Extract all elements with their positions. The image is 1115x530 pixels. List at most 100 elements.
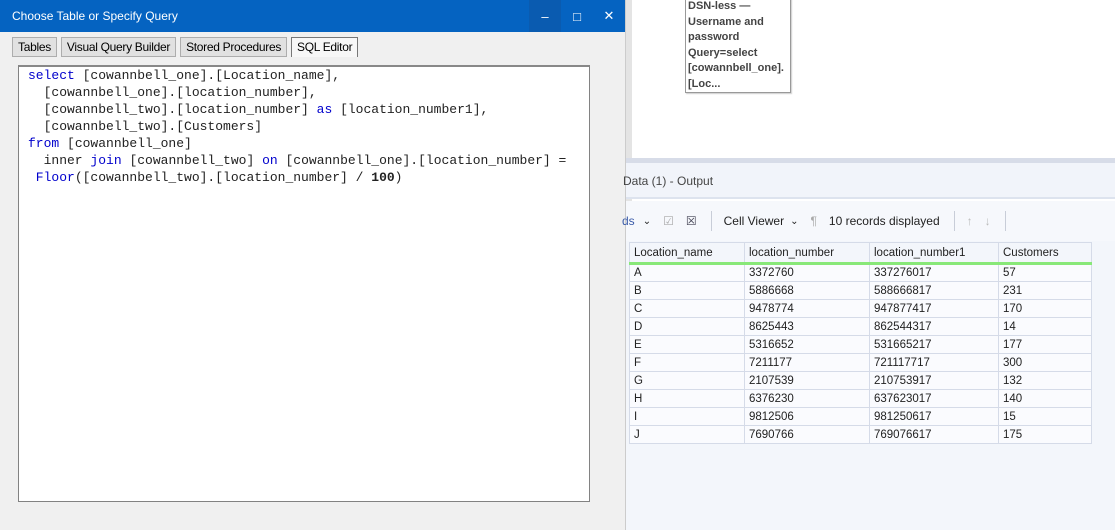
arrow-down-icon[interactable]: ↓ (985, 214, 991, 228)
table-cell[interactable]: F (629, 353, 745, 372)
table-cell[interactable]: H (629, 389, 745, 408)
sql-token: [cowannbell_two].[Customers] (28, 119, 263, 134)
table-cell[interactable]: I (629, 407, 745, 426)
table-cell[interactable]: G (629, 371, 745, 390)
table-cell[interactable]: 337276017 (869, 263, 999, 282)
table-cell[interactable]: E (629, 335, 745, 354)
table-cell[interactable]: 7690766 (744, 425, 870, 444)
table-cell[interactable]: 588666817 (869, 281, 999, 300)
sql-token: [cowannbell_one].[location_number] = (277, 153, 567, 168)
tab-tables[interactable]: Tables (12, 37, 57, 57)
results-title: Data (1) - Output (623, 174, 714, 188)
tab-stored-procedures[interactable]: Stored Procedures (180, 37, 288, 57)
table-row[interactable]: I 9812506 981250617 15 (629, 407, 1092, 426)
cell-viewer-dropdown[interactable]: Cell Viewer ⌄ (724, 214, 799, 228)
column-header[interactable]: Location_name (629, 242, 745, 265)
table-cell[interactable]: 8625443 (744, 317, 870, 336)
close-button[interactable]: ✕ (593, 0, 625, 32)
chevron-down-icon: ⌄ (790, 215, 799, 227)
sql-token: [cowannbell_one].[location_number], (28, 85, 317, 100)
sql-token: Floor (28, 170, 75, 185)
toolbar-separator (710, 211, 712, 231)
column-header[interactable]: location_number1 (869, 242, 999, 265)
table-cell[interactable]: C (629, 299, 745, 318)
table-cell[interactable]: 947877417 (869, 299, 999, 318)
deselect-icon[interactable]: ☒ (686, 214, 697, 228)
table-cell[interactable]: 5316652 (744, 335, 870, 354)
table-cell[interactable]: D (629, 317, 745, 336)
table-cell[interactable]: 7211177 (744, 353, 870, 372)
table-row[interactable]: G 2107539 210753917 132 (629, 371, 1092, 390)
dialog-title: Choose Table or Specify Query (12, 9, 178, 23)
table-cell[interactable]: 177 (998, 335, 1092, 354)
table-cell[interactable]: 531665217 (869, 335, 999, 354)
sql-token: as (316, 102, 333, 117)
table-cell[interactable]: 140 (998, 389, 1092, 408)
tab-visual-query-builder[interactable]: Visual Query Builder (60, 37, 177, 57)
results-toolbar: ds ⌄ ☑ ☒ Cell Viewer ⌄ ¶ 10 records displa… (622, 201, 1115, 241)
table-cell[interactable]: 300 (998, 353, 1092, 372)
table-cell[interactable]: 14 (998, 317, 1092, 336)
table-cell[interactable]: 15 (998, 407, 1092, 426)
sql-token: [cowannbell_one].[Location_name], (74, 68, 341, 83)
sql-token: select (28, 68, 75, 83)
results-grid: Location_name location_number location_num… (626, 241, 1115, 530)
table-cell[interactable]: 132 (998, 371, 1092, 390)
minimize-button[interactable]: – (529, 0, 561, 32)
sql-editor[interactable]: select [cowannbell_one].[Location_name],… (18, 65, 590, 502)
toolbar-separator (953, 211, 955, 231)
table-cell[interactable]: 231 (998, 281, 1092, 300)
table-cell[interactable]: 721117717 (869, 353, 999, 372)
sql-line: from [cowannbell_one] (28, 135, 589, 152)
sql-token: inner (28, 153, 91, 168)
fields-dropdown[interactable]: ds ⌄ (622, 214, 651, 228)
table-cell[interactable]: 2107539 (744, 371, 870, 390)
sql-token: join (90, 153, 122, 168)
table-cell[interactable]: 175 (998, 425, 1092, 444)
tool-annotation: DSN-less — Username and password Query=sele… (685, 0, 791, 93)
annotation-line: Username and (688, 15, 764, 28)
table-row[interactable]: A 3372760 337276017 57 (629, 263, 1092, 282)
table-row[interactable]: C 9478774 947877417 170 (629, 299, 1092, 318)
table-cell[interactable]: 57 (998, 263, 1092, 282)
annotation-line: [Loc... (688, 77, 721, 90)
sql-token: ([cowannbell_two].[location_number] / (74, 170, 372, 185)
results-table: Location_name location_number location_num… (629, 242, 1092, 444)
sql-token: [cowannbell_two].[location_number] (28, 102, 317, 117)
checkbox-icon[interactable]: ☑ (663, 214, 674, 228)
table-row[interactable]: E 5316652 531665217 177 (629, 335, 1092, 354)
table-cell[interactable]: 769076617 (869, 425, 999, 444)
table-row[interactable]: D 8625443 862544317 14 (629, 317, 1092, 336)
query-dialog: Choose Table or Specify Query – □ ✕ Tabl… (0, 0, 626, 530)
table-row[interactable]: B 5886668 588666817 231 (629, 281, 1092, 300)
table-cell[interactable]: 5886668 (744, 281, 870, 300)
table-cell[interactable]: 9478774 (744, 299, 870, 318)
table-cell[interactable]: J (629, 425, 745, 444)
sql-token: from (28, 136, 60, 151)
fields-label: ds (622, 214, 635, 228)
table-cell[interactable]: 3372760 (744, 263, 870, 282)
table-cell[interactable]: 9812506 (744, 407, 870, 426)
records-count: 10 records displayed (828, 214, 940, 228)
table-cell[interactable]: A (629, 263, 745, 282)
column-header[interactable]: location_number (744, 242, 870, 265)
sql-line: select [cowannbell_one].[Location_name], (28, 67, 589, 84)
maximize-button[interactable]: □ (561, 0, 593, 32)
table-cell[interactable]: 6376230 (744, 389, 870, 408)
annotation-line: [cowannbell_one]. (688, 62, 784, 74)
table-cell[interactable]: 170 (998, 299, 1092, 318)
table-row[interactable]: F 7211177 721117717 300 (629, 353, 1092, 372)
sql-line: [cowannbell_two].[location_number] as [l… (28, 101, 589, 118)
table-cell[interactable]: B (629, 281, 745, 300)
table-cell[interactable]: 862544317 (869, 317, 999, 336)
table-cell[interactable]: 637623017 (869, 389, 999, 408)
sql-token: [location_number1], (332, 102, 489, 117)
tab-sql-editor[interactable]: SQL Editor (291, 37, 359, 57)
table-cell[interactable]: 981250617 (869, 407, 999, 426)
pilcrow-icon[interactable]: ¶ (810, 214, 816, 228)
table-row[interactable]: H 6376230 637623017 140 (629, 389, 1092, 408)
table-cell[interactable]: 210753917 (869, 371, 999, 390)
column-header[interactable]: Customers (998, 242, 1092, 265)
table-row[interactable]: J 7690766 769076617 175 (629, 425, 1092, 444)
arrow-up-icon[interactable]: ↑ (967, 214, 973, 228)
